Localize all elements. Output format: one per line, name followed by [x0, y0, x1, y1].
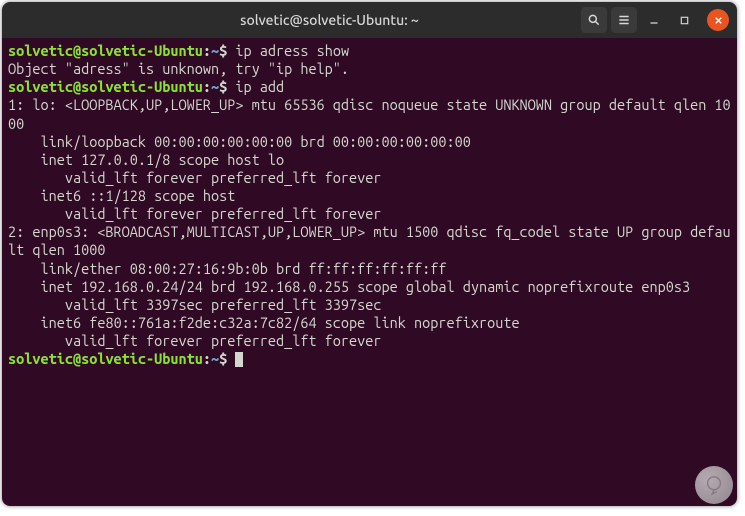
terminal-body[interactable]: solvetic@solvetic-Ubuntu:~$ ip adress sh…: [2, 38, 737, 506]
prompt-sep: :: [203, 78, 211, 95]
close-icon: [713, 15, 724, 26]
minimize-button[interactable]: [641, 7, 667, 33]
output-line: inet 127.0.0.1/8 scope host lo: [8, 151, 284, 168]
prompt-sep: :: [203, 42, 211, 59]
prompt-user: solvetic@solvetic-Ubuntu: [8, 78, 203, 95]
output-line: inet 192.168.0.24/24 brd 192.168.0.255 s…: [8, 278, 690, 295]
output-line: inet6 fe80::761a:f2de:c32a:7c82/64 scope…: [8, 314, 528, 331]
output-line: 1: lo: <LOOPBACK,UP,LOWER_UP> mtu 65536 …: [8, 96, 731, 131]
prompt-user: solvetic@solvetic-Ubuntu: [8, 350, 203, 367]
output-line: valid_lft forever preferred_lft forever: [8, 205, 382, 222]
close-button[interactable]: [707, 9, 729, 31]
output-line: 2: enp0s3: <BROADCAST,MULTICAST,UP,LOWER…: [8, 223, 731, 258]
output-line: valid_lft forever preferred_lft forever: [8, 169, 382, 186]
titlebar: solvetic@solvetic-Ubuntu: ~: [2, 2, 737, 38]
watermark-icon: [695, 466, 733, 504]
output-line: inet6 ::1/128 scope host: [8, 187, 243, 204]
minimize-icon: [648, 14, 660, 26]
menu-button[interactable]: [611, 7, 637, 33]
prompt-path: ~: [211, 350, 219, 367]
output-line: Object "adress" is unknown, try "ip help…: [8, 60, 349, 77]
menu-icon: [617, 13, 631, 27]
maximize-button[interactable]: [671, 7, 697, 33]
output-line: link/ether 08:00:27:16:9b:0b brd ff:ff:f…: [8, 260, 446, 277]
prompt-path: ~: [211, 78, 219, 95]
search-icon: [587, 13, 601, 27]
output-line: valid_lft forever preferred_lft forever: [8, 332, 382, 349]
prompt-dollar: $: [219, 350, 227, 367]
prompt-user: solvetic@solvetic-Ubuntu: [8, 42, 203, 59]
command-text: ip add: [227, 78, 284, 95]
terminal-window: solvetic@solvetic-Ubuntu: ~ solvetic@sol…: [2, 2, 737, 506]
prompt-path: ~: [211, 42, 219, 59]
maximize-icon: [679, 15, 690, 26]
output-line: link/loopback 00:00:00:00:00:00 brd 00:0…: [8, 133, 471, 150]
cursor: [235, 352, 243, 367]
search-button[interactable]: [581, 7, 607, 33]
output-line: valid_lft 3397sec preferred_lft 3397sec: [8, 296, 382, 313]
prompt-sep: :: [203, 350, 211, 367]
command-text: ip adress show: [227, 42, 349, 59]
window-title: solvetic@solvetic-Ubuntu: ~: [84, 12, 575, 28]
